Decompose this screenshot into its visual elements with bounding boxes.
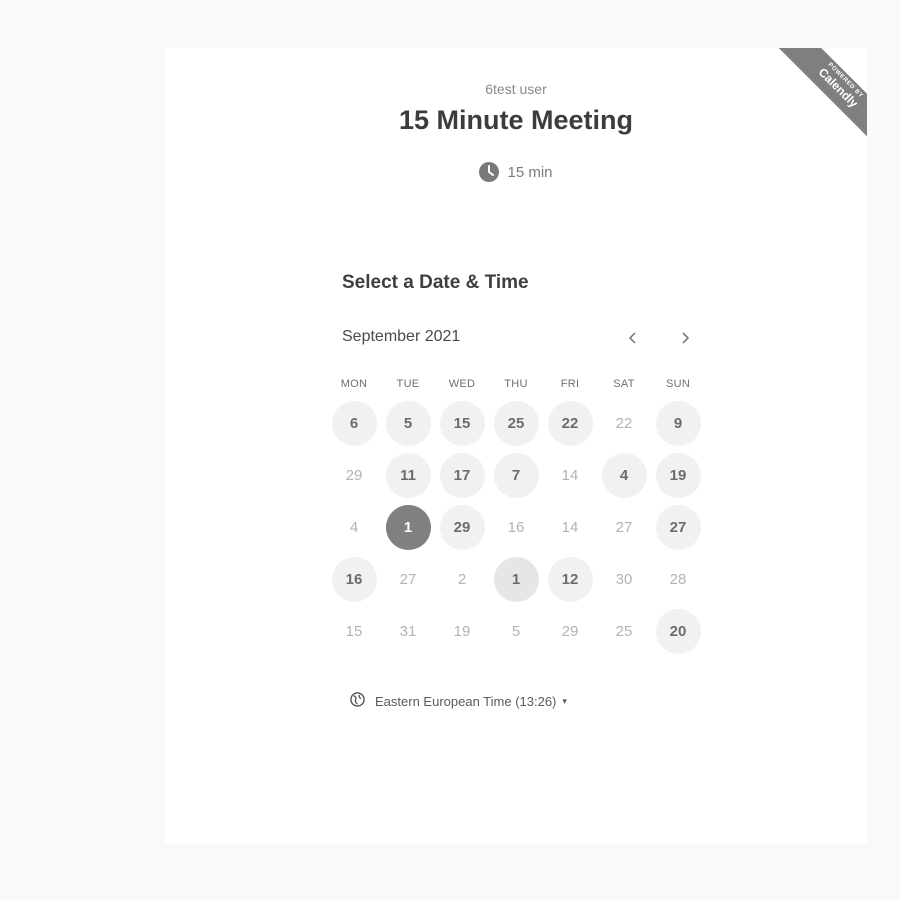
unavailable-date: 16 xyxy=(507,518,525,536)
calendar-cell: 9 xyxy=(651,397,705,449)
powered-by-badge[interactable]: POWERED BY Calendly xyxy=(761,48,867,154)
clock-icon xyxy=(479,162,500,182)
month-label: September 2021 xyxy=(342,328,461,345)
weekday-label: SUN xyxy=(665,378,691,390)
unavailable-date: 29 xyxy=(561,622,579,640)
weekday-label: THU xyxy=(504,378,528,390)
unavailable-date: 14 xyxy=(561,466,579,484)
unavailable-date: 30 xyxy=(615,570,633,588)
calendar-cell: 5 xyxy=(489,605,543,657)
section-title: Select a Date & Time xyxy=(342,272,529,293)
unavailable-date: 28 xyxy=(669,570,687,588)
available-date-button[interactable]: 12 xyxy=(547,556,593,602)
calendar-cell: 4 xyxy=(327,501,381,553)
calendar-cell: 16 xyxy=(489,501,543,553)
weekday-label: FRI xyxy=(560,378,580,390)
calendar-cell: 4 xyxy=(597,449,651,501)
calendar-cell: 25 xyxy=(489,397,543,449)
calendar-cell: 29 xyxy=(543,605,597,657)
event-duration: 15 min xyxy=(165,162,867,182)
calendar-grid: 6 5 15 25 22 22 9 29 11 17 7 14 4 19 4 1 29 16 14 27 27 16 27 2… xyxy=(327,397,705,657)
unavailable-date: 25 xyxy=(615,622,633,640)
available-date-button[interactable]: 29 xyxy=(439,504,485,550)
chevron-left-icon[interactable] xyxy=(621,326,645,350)
host-name: 6test user xyxy=(485,81,547,97)
unavailable-date: 27 xyxy=(615,518,633,536)
available-date-button[interactable]: 19 xyxy=(655,452,701,498)
weekday-label: MON xyxy=(340,378,368,390)
available-date-button[interactable]: 1 xyxy=(493,556,539,602)
month-navigation: September 2021 xyxy=(342,326,702,350)
calendar-cell: 17 xyxy=(435,449,489,501)
duration-label: 15 min xyxy=(507,163,553,181)
calendar-cell: 29 xyxy=(327,449,381,501)
calendar-cell: 16 xyxy=(327,553,381,605)
badge-ribbon[interactable]: POWERED BY Calendly xyxy=(771,48,867,154)
calendar-cell: 6 xyxy=(327,397,381,449)
unavailable-date: 5 xyxy=(511,622,521,640)
calendar-cell: 1 xyxy=(381,501,435,553)
available-date-button[interactable]: 11 xyxy=(385,452,431,498)
available-date-button[interactable]: 9 xyxy=(655,400,701,446)
calendar-cell: 19 xyxy=(435,605,489,657)
weekday-header: MON TUE WED THU FRI SAT SUN xyxy=(327,378,705,390)
calendar-cell: 30 xyxy=(597,553,651,605)
calendar-cell: 22 xyxy=(597,397,651,449)
calendar-cell: 25 xyxy=(597,605,651,657)
calendar-cell: 2 xyxy=(435,553,489,605)
calendar-cell: 27 xyxy=(651,501,705,553)
unavailable-date: 15 xyxy=(345,622,363,640)
booking-card: POWERED BY Calendly 6test user 15 Minute… xyxy=(165,48,867,843)
unavailable-date: 19 xyxy=(453,622,471,640)
calendar-cell: 27 xyxy=(381,553,435,605)
calendar-cell: 28 xyxy=(651,553,705,605)
calendar-cell: 12 xyxy=(543,553,597,605)
calendar-cell: 19 xyxy=(651,449,705,501)
calendar-cell: 7 xyxy=(489,449,543,501)
unavailable-date: 2 xyxy=(457,570,467,588)
unavailable-date: 29 xyxy=(345,466,363,484)
globe-icon xyxy=(350,692,365,710)
calendar-cell: 1 xyxy=(489,553,543,605)
chevron-right-icon[interactable] xyxy=(673,326,697,350)
calendar-cell: 15 xyxy=(327,605,381,657)
timezone-selector[interactable]: Eastern European Time (13:26) ▾ xyxy=(350,692,567,710)
weekday-label: TUE xyxy=(396,378,420,390)
event-title: 15 Minute Meeting xyxy=(398,105,634,135)
unavailable-date: 22 xyxy=(615,414,633,432)
caret-down-icon: ▾ xyxy=(562,695,567,706)
calendar-cell: 31 xyxy=(381,605,435,657)
calendar-cell: 11 xyxy=(381,449,435,501)
available-date-button[interactable]: 5 xyxy=(385,400,431,446)
calendar-cell: 29 xyxy=(435,501,489,553)
available-date-button[interactable]: 20 xyxy=(655,608,701,654)
selected-date-button[interactable]: 1 xyxy=(385,504,431,550)
available-date-button[interactable]: 15 xyxy=(439,400,485,446)
available-date-button[interactable]: 17 xyxy=(439,452,485,498)
calendar-cell: 5 xyxy=(381,397,435,449)
unavailable-date: 31 xyxy=(399,622,417,640)
unavailable-date: 27 xyxy=(399,570,417,588)
available-date-button[interactable]: 27 xyxy=(655,504,701,550)
available-date-button[interactable]: 4 xyxy=(601,452,647,498)
calendar-cell: 22 xyxy=(543,397,597,449)
calendar-cell: 27 xyxy=(597,501,651,553)
calendar-cell: 20 xyxy=(651,605,705,657)
available-date-button[interactable]: 16 xyxy=(331,556,377,602)
calendar-cell: 14 xyxy=(543,449,597,501)
available-date-button[interactable]: 7 xyxy=(493,452,539,498)
calendar-cell: 15 xyxy=(435,397,489,449)
available-date-button[interactable]: 6 xyxy=(331,400,377,446)
weekday-label: WED xyxy=(448,378,476,390)
calendar-cell: 14 xyxy=(543,501,597,553)
weekday-label: SAT xyxy=(613,378,635,390)
timezone-label: Eastern European Time (13:26) xyxy=(375,693,557,709)
available-date-button[interactable]: 25 xyxy=(493,400,539,446)
unavailable-date: 14 xyxy=(561,518,579,536)
available-date-button[interactable]: 22 xyxy=(547,400,593,446)
unavailable-date: 4 xyxy=(349,518,359,536)
